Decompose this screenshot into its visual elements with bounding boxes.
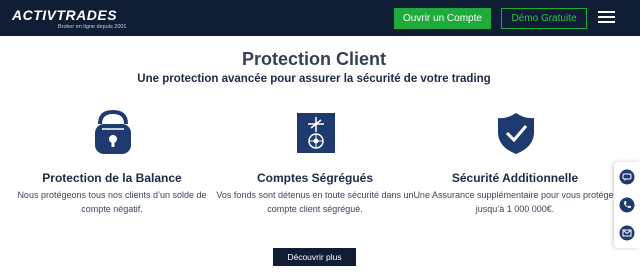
shield-check-icon [495,110,537,156]
phone-icon[interactable] [619,197,635,213]
feature-title: Protection de la Balance [42,171,182,185]
padlock-icon [92,109,134,156]
feature-title: Sécurité Additionnelle [451,171,579,185]
page-subtitle: Une protection avancée pour assurer la s… [137,73,491,85]
feature-title: Comptes Ségrégués [256,171,374,185]
side-contact-tabs [614,162,640,248]
mail-icon[interactable] [619,225,635,241]
open-account-button[interactable]: Ouvrir un Compte [394,8,491,29]
chat-icon[interactable] [619,169,635,185]
logo-wordmark: ACTIVTRADES [12,7,118,23]
feature-text: Vos fonds sont détenus en toute sécurité… [216,190,414,214]
feature-text: Nous protégeons tous nos clients d’un so… [17,190,207,214]
page-title: Protection Client [241,49,386,69]
logo-tagline: Broker en ligne depuis 2001 [58,24,127,30]
segregated-accounts-icon [295,110,337,156]
activtrades-logo[interactable]: ACTIVTRADES Broker en ligne depuis 2001 [12,6,127,32]
feature-text: Une Assurance supplémentaire pour vous p… [413,190,617,214]
discover-more-button[interactable]: Découvrir plus [273,248,356,266]
free-demo-button[interactable]: Démo Gratuite [501,8,587,29]
top-navigation-bar: ACTIVTRADES Broker en ligne depuis 2001 … [0,0,640,36]
hamburger-menu-icon[interactable] [598,10,615,25]
